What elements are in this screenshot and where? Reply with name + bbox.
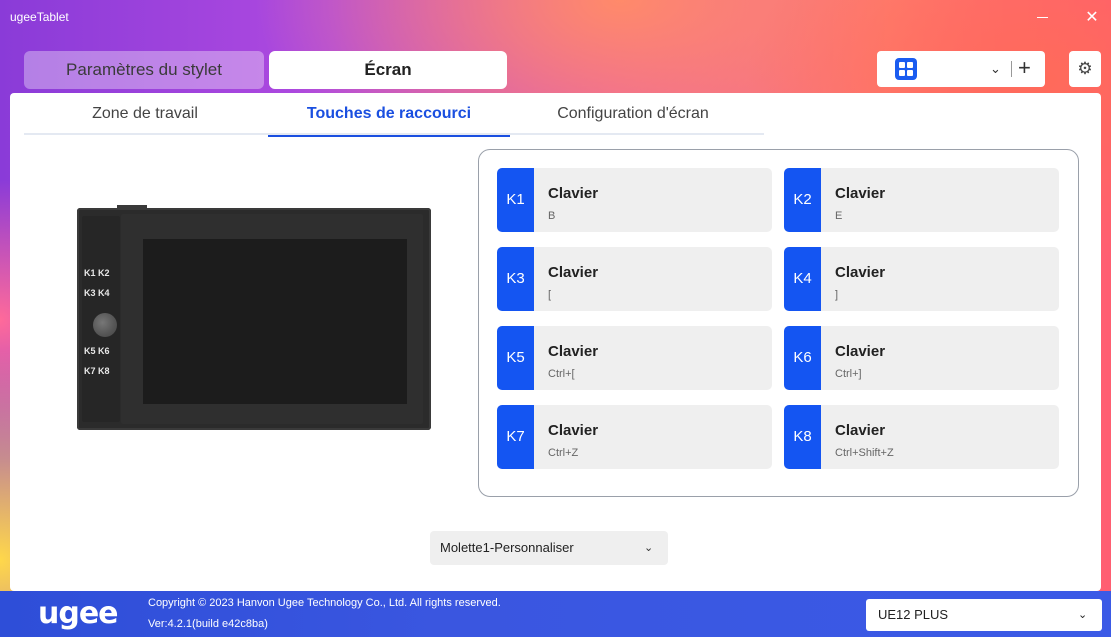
chevron-down-icon: ⌄ [644,542,654,554]
tab-work-area[interactable]: Zone de travail [24,93,266,135]
shortcut-card-k7[interactable]: K7 Clavier Ctrl+Z [497,405,772,469]
shortcut-card-k8[interactable]: K8 Clavier Ctrl+Shift+Z [784,405,1059,469]
tablet-key-label: K3 K4 [84,288,110,298]
subtab-bar: Zone de travail Touches de raccourci Con… [24,93,764,137]
key-value: Ctrl+] [835,368,862,380]
footer: ugee Copyright © 2023 Hanvon Ugee Techno… [0,591,1111,637]
shortcut-keys-panel: K1 Clavier B K2 Clavier E K3 Clavier [ K… [478,149,1079,497]
wheel-mode-value: Molette1-Personnaliser [440,540,574,555]
close-button[interactable]: ✕ [1077,6,1107,30]
device-dropdown[interactable]: UE12 PLUS ⌄ [866,599,1102,631]
tablet-key-label: K5 K6 [84,346,110,356]
tablet-screen [143,239,407,404]
key-value: ] [835,289,839,301]
chevron-down-icon: ⌄ [1078,609,1088,621]
wheel-icon [93,313,117,337]
shortcut-card-k5[interactable]: K5 Clavier Ctrl+[ [497,326,772,390]
minimize-icon [1036,17,1048,19]
tab-stylus-settings[interactable]: Paramètres du stylet [24,51,264,89]
layout-selector[interactable]: ⌄ + [877,51,1045,87]
key-function: Clavier [835,343,886,360]
shortcut-card-k6[interactable]: K6 Clavier Ctrl+] [784,326,1059,390]
gear-icon: ⚙ [1077,59,1093,78]
tablet-illustration: K1 K2 K3 K4 K5 K6 K7 K8 [77,205,431,430]
key-id: K3 [497,247,534,311]
tablet-key-label: K1 K2 [84,268,110,278]
key-id: K4 [784,247,821,311]
wheel-mode-dropdown[interactable]: Molette1-Personnaliser ⌄ [430,531,668,565]
add-button[interactable]: + [1018,55,1031,81]
chevron-down-icon[interactable]: ⌄ [990,61,1001,77]
minimize-button[interactable] [1027,6,1057,30]
key-id: K7 [497,405,534,469]
tablet-key-label: K7 K8 [84,366,110,376]
key-function: Clavier [835,264,886,281]
shortcut-card-k2[interactable]: K2 Clavier E [784,168,1059,232]
tab-screen[interactable]: Écran [269,51,507,89]
grid-icon [895,58,917,80]
settings-button[interactable]: ⚙ [1069,51,1101,87]
key-value: B [548,210,556,222]
key-value: Ctrl+Z [548,447,579,459]
key-value: [ [548,289,552,301]
key-function: Clavier [548,422,599,439]
key-value: E [835,210,843,222]
key-value: Ctrl+Shift+Z [835,447,894,459]
tab-screen-config[interactable]: Configuration d'écran [512,93,754,135]
version-text: Ver:4.2.1(build e42c8ba) [148,618,268,630]
tab-shortcut-keys[interactable]: Touches de raccourci [268,93,510,137]
shortcut-card-k1[interactable]: K1 Clavier B [497,168,772,232]
tablet-key-strip: K1 K2 K3 K4 K5 K6 K7 K8 [82,216,120,422]
key-value: Ctrl+[ [548,368,575,380]
key-function: Clavier [548,185,599,202]
key-function: Clavier [548,343,599,360]
device-name: UE12 PLUS [878,607,949,622]
app-title: ugeeTablet [10,10,69,24]
key-id: K2 [784,168,821,232]
key-function: Clavier [835,422,886,439]
divider [1011,61,1012,77]
key-function: Clavier [548,264,599,281]
shortcut-card-k3[interactable]: K3 Clavier [ [497,247,772,311]
key-function: Clavier [835,185,886,202]
main-panel: Zone de travail Touches de raccourci Con… [10,93,1101,591]
shortcut-card-k4[interactable]: K4 Clavier ] [784,247,1059,311]
tablet-top-button [117,205,147,208]
ugee-logo: ugee [38,596,119,631]
key-id: K8 [784,405,821,469]
copyright-text: Copyright © 2023 Hanvon Ugee Technology … [148,597,501,609]
title-bar: ugeeTablet ✕ [0,0,1111,40]
key-id: K5 [497,326,534,390]
key-id: K1 [497,168,534,232]
key-id: K6 [784,326,821,390]
